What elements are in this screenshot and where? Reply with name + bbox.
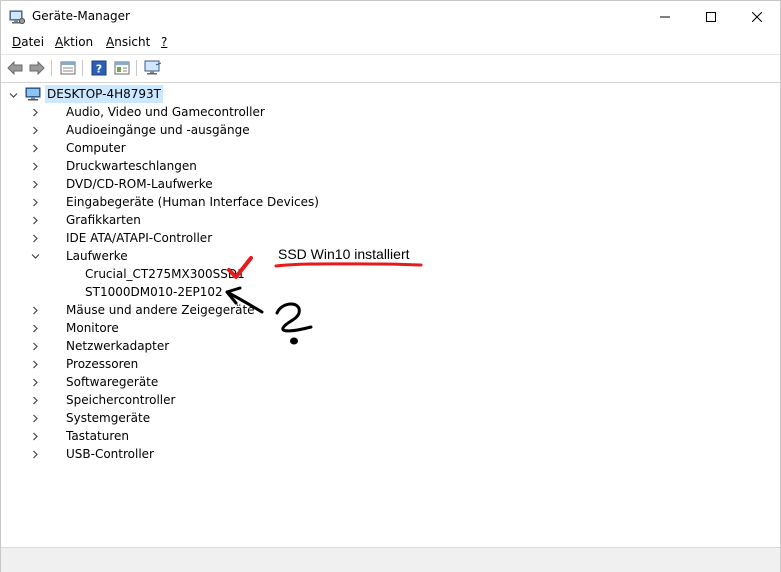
help-icon: ? bbox=[91, 60, 107, 76]
tree-category-label[interactable]: Mäuse und andere Zeigegeräte bbox=[66, 301, 255, 319]
printer-icon bbox=[45, 158, 61, 174]
hid-icon bbox=[45, 194, 61, 210]
expand-chevron-icon[interactable] bbox=[30, 341, 40, 351]
drive-label[interactable]: ST1000DM010-2EP102 bbox=[85, 283, 223, 301]
expand-chevron-icon[interactable] bbox=[30, 323, 40, 333]
software-device-icon bbox=[45, 374, 61, 390]
tree-category-label[interactable]: Eingabegeräte (Human Interface Devices) bbox=[66, 193, 319, 211]
scan-hardware-icon bbox=[144, 60, 162, 75]
svg-text:?: ? bbox=[96, 63, 102, 76]
device-manager-icon bbox=[9, 10, 25, 25]
tree-category-label[interactable]: Druckwarteschlangen bbox=[66, 157, 197, 175]
collapse-chevron-icon[interactable] bbox=[8, 90, 18, 100]
disc-icon bbox=[45, 176, 61, 192]
expand-chevron-icon[interactable] bbox=[30, 233, 40, 243]
title-bar[interactable]: Geräte-Manager bbox=[1, 1, 780, 33]
menu-help[interactable]: ? bbox=[161, 35, 167, 49]
network-icon bbox=[45, 338, 61, 354]
display-adapter-icon bbox=[45, 212, 61, 228]
tree-category-label[interactable]: Laufwerke bbox=[66, 247, 128, 265]
keyboard-icon bbox=[45, 428, 61, 444]
speaker-icon bbox=[45, 122, 61, 138]
expand-chevron-icon[interactable] bbox=[30, 377, 40, 387]
tree-category-label[interactable]: Audioeingänge und -ausgänge bbox=[66, 121, 250, 139]
drive-label[interactable]: Crucial_CT275MX300SSD1 bbox=[85, 265, 245, 283]
monitor-icon bbox=[45, 320, 61, 336]
console-icon bbox=[114, 61, 130, 75]
menu-bar: Datei Aktion Ansicht ? bbox=[1, 33, 780, 53]
tree-category-label[interactable]: IDE ATA/ATAPI-Controller bbox=[66, 229, 212, 247]
tree-root-computer[interactable]: DESKTOP-4H8793T bbox=[45, 85, 163, 103]
minimize-icon bbox=[660, 16, 670, 17]
list-view-icon bbox=[60, 61, 76, 75]
tree-category-label[interactable]: Grafikkarten bbox=[66, 211, 141, 229]
close-button[interactable] bbox=[734, 1, 780, 32]
tree-category-label[interactable]: DVD/CD-ROM-Laufwerke bbox=[66, 175, 213, 193]
controller-icon bbox=[45, 230, 61, 246]
expand-chevron-icon[interactable] bbox=[30, 143, 40, 153]
expand-chevron-icon[interactable] bbox=[30, 305, 40, 315]
monitor-icon bbox=[45, 140, 61, 156]
console-view-button[interactable] bbox=[113, 59, 131, 77]
toolbar: ? bbox=[1, 54, 780, 83]
tree-category-label[interactable]: USB-Controller bbox=[66, 445, 154, 463]
computer-icon bbox=[25, 87, 41, 101]
back-arrow-icon bbox=[7, 61, 23, 75]
scan-hardware-button[interactable] bbox=[144, 59, 162, 77]
expand-chevron-icon[interactable] bbox=[30, 431, 40, 441]
storage-controller-icon bbox=[45, 392, 61, 408]
drive-icon bbox=[64, 284, 80, 300]
status-bar bbox=[1, 547, 780, 572]
maximize-icon bbox=[706, 11, 716, 22]
expand-chevron-icon[interactable] bbox=[30, 215, 40, 225]
toolbar-separator bbox=[136, 60, 137, 76]
drive-icon bbox=[45, 248, 61, 264]
menu-aktion[interactable]: Aktion bbox=[55, 35, 93, 49]
expand-chevron-icon[interactable] bbox=[30, 107, 40, 117]
tree-category-label[interactable]: Softwaregeräte bbox=[66, 373, 158, 391]
back-button[interactable] bbox=[6, 59, 24, 77]
tree-category-label[interactable]: Speichercontroller bbox=[66, 391, 175, 409]
properties-view-button[interactable] bbox=[59, 59, 77, 77]
tree-category-label[interactable]: Tastaturen bbox=[66, 427, 129, 445]
device-manager-window: Geräte-Manager Datei Aktion Ansicht ? ? bbox=[0, 0, 781, 572]
window-title: Geräte-Manager bbox=[32, 9, 130, 23]
forward-arrow-icon bbox=[29, 61, 45, 75]
drive-icon bbox=[64, 266, 80, 282]
expand-chevron-icon[interactable] bbox=[30, 449, 40, 459]
tree-category-label[interactable]: Computer bbox=[66, 139, 126, 157]
tree-category-label[interactable]: Prozessoren bbox=[66, 355, 138, 373]
close-icon bbox=[752, 11, 762, 22]
expand-chevron-icon[interactable] bbox=[30, 161, 40, 171]
expand-chevron-icon[interactable] bbox=[30, 395, 40, 405]
tree-category-label[interactable]: Monitore bbox=[66, 319, 119, 337]
expand-chevron-icon[interactable] bbox=[30, 125, 40, 135]
speaker-icon bbox=[45, 104, 61, 120]
expand-chevron-icon[interactable] bbox=[30, 413, 40, 423]
toolbar-separator bbox=[51, 60, 52, 76]
tree-category-label[interactable]: Netzwerkadapter bbox=[66, 337, 169, 355]
system-device-icon bbox=[45, 410, 61, 426]
menu-datei[interactable]: Datei bbox=[12, 35, 44, 49]
annotation-ssd-text: SSD Win10 installiert bbox=[278, 246, 410, 262]
mouse-icon bbox=[45, 302, 61, 318]
forward-button[interactable] bbox=[28, 59, 46, 77]
usb-icon bbox=[45, 446, 61, 462]
menu-ansicht[interactable]: Ansicht bbox=[106, 35, 150, 49]
tree-category-label[interactable]: Systemgeräte bbox=[66, 409, 150, 427]
expand-chevron-icon[interactable] bbox=[30, 359, 40, 369]
expand-chevron-icon[interactable] bbox=[30, 197, 40, 207]
minimize-button[interactable] bbox=[642, 1, 688, 32]
help-button[interactable]: ? bbox=[90, 59, 108, 77]
maximize-button[interactable] bbox=[688, 1, 734, 32]
tree-category-label[interactable]: Audio, Video und Gamecontroller bbox=[66, 103, 265, 121]
expand-chevron-icon[interactable] bbox=[30, 179, 40, 189]
toolbar-separator bbox=[82, 60, 83, 76]
cpu-icon bbox=[45, 356, 61, 372]
collapse-chevron-icon[interactable] bbox=[30, 251, 40, 261]
device-tree: DESKTOP-4H8793T Audio, Video und Gamecon… bbox=[1, 82, 780, 547]
